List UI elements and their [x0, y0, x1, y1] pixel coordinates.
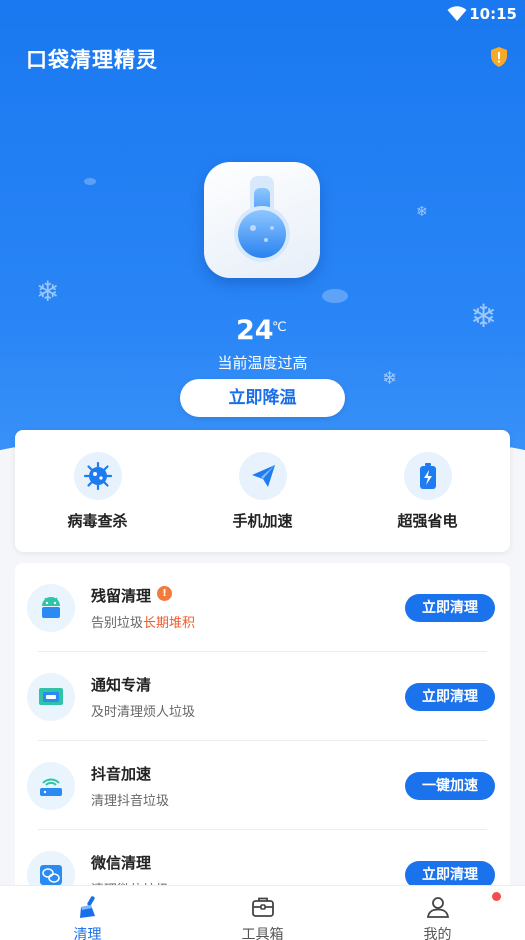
user-icon: [426, 897, 450, 918]
toolbox-icon: [252, 897, 274, 917]
feature-power-save[interactable]: 超强省电: [345, 430, 510, 552]
list-item-residual-clean[interactable]: 残留清理 ! 告别垃圾长期堆积 立即清理: [15, 563, 510, 652]
list-item-notification-clean[interactable]: 通知专清 及时清理烦人垃圾 立即清理: [15, 652, 510, 741]
wifi-icon: [447, 6, 467, 21]
cool-down-button[interactable]: 立即降温: [180, 379, 345, 417]
status-bar: 10:15: [0, 0, 525, 28]
temperature-value: 24: [236, 315, 274, 346]
clean-list: 残留清理 ! 告别垃圾长期堆积 立即清理 通知专清 及时清理烦人垃圾 立即清理: [15, 563, 510, 893]
feature-card: 病毒查杀 手机加速 超强省电: [15, 430, 510, 552]
item-title: 微信清理: [91, 854, 152, 872]
broom-icon: [80, 896, 95, 918]
status-time: 10:15: [469, 5, 517, 23]
android-icon: [27, 584, 75, 632]
feature-phone-boost[interactable]: 手机加速: [180, 430, 345, 552]
snowflake-icon: ❄: [36, 275, 60, 308]
decor-dot: [322, 289, 348, 303]
bottom-nav: 清理 工具箱 我的: [0, 885, 525, 940]
feature-virus-scan[interactable]: 病毒查杀: [15, 430, 180, 552]
item-desc-highlight: 长期堆积: [143, 616, 196, 631]
nav-tab-clean[interactable]: 清理: [0, 886, 175, 940]
boost-now-button[interactable]: 一键加速: [405, 772, 495, 800]
item-title: 残留清理: [91, 587, 152, 605]
notification-dot: [492, 892, 501, 901]
list-item-wechat-clean[interactable]: 微信清理 清理微信垃圾 立即清理: [15, 830, 510, 893]
clean-now-button[interactable]: 立即清理: [405, 683, 495, 711]
thermometer-icon: [234, 176, 290, 262]
shield-icon[interactable]: [489, 46, 509, 68]
feature-label: 病毒查杀: [67, 512, 128, 530]
app-title: 口袋清理精灵: [26, 48, 158, 72]
temperature-status: 当前温度过高: [217, 354, 308, 372]
virus-icon: [74, 452, 122, 500]
nav-tab-toolbox[interactable]: 工具箱: [175, 886, 350, 940]
nav-label: 工具箱: [241, 927, 284, 940]
item-description: 及时清理烦人垃圾: [91, 705, 196, 720]
snowflake-icon: ❄: [470, 297, 497, 335]
decor-dot: [84, 178, 96, 185]
temperature-unit: ℃: [272, 320, 287, 335]
battery-icon: [404, 452, 452, 500]
notification-icon: [27, 673, 75, 721]
item-title: 通知专清: [91, 676, 152, 694]
signal-icon: [27, 762, 75, 810]
item-title: 抖音加速: [91, 765, 152, 783]
nav-label: 我的: [423, 927, 452, 940]
item-desc-text: 告别垃圾: [91, 616, 144, 631]
feature-label: 超强省电: [397, 512, 458, 530]
hero-section: 10:15 口袋清理精灵 ❄ ❄ ❄ ❄ 24 ℃ 当前温度过高 立即降温: [0, 0, 525, 470]
feature-label: 手机加速: [232, 512, 293, 530]
clean-now-button[interactable]: 立即清理: [405, 594, 495, 622]
rocket-plane-icon: [239, 452, 287, 500]
alert-badge-icon: !: [157, 586, 172, 601]
item-description: 清理抖音垃圾: [91, 794, 170, 809]
list-item-douyin-boost[interactable]: 抖音加速 清理抖音垃圾 一键加速: [15, 741, 510, 830]
nav-label: 清理: [73, 927, 102, 940]
snowflake-icon: ❄: [416, 204, 428, 220]
item-description: 告别垃圾长期堆积: [91, 612, 195, 631]
thermometer-card: [204, 162, 320, 278]
